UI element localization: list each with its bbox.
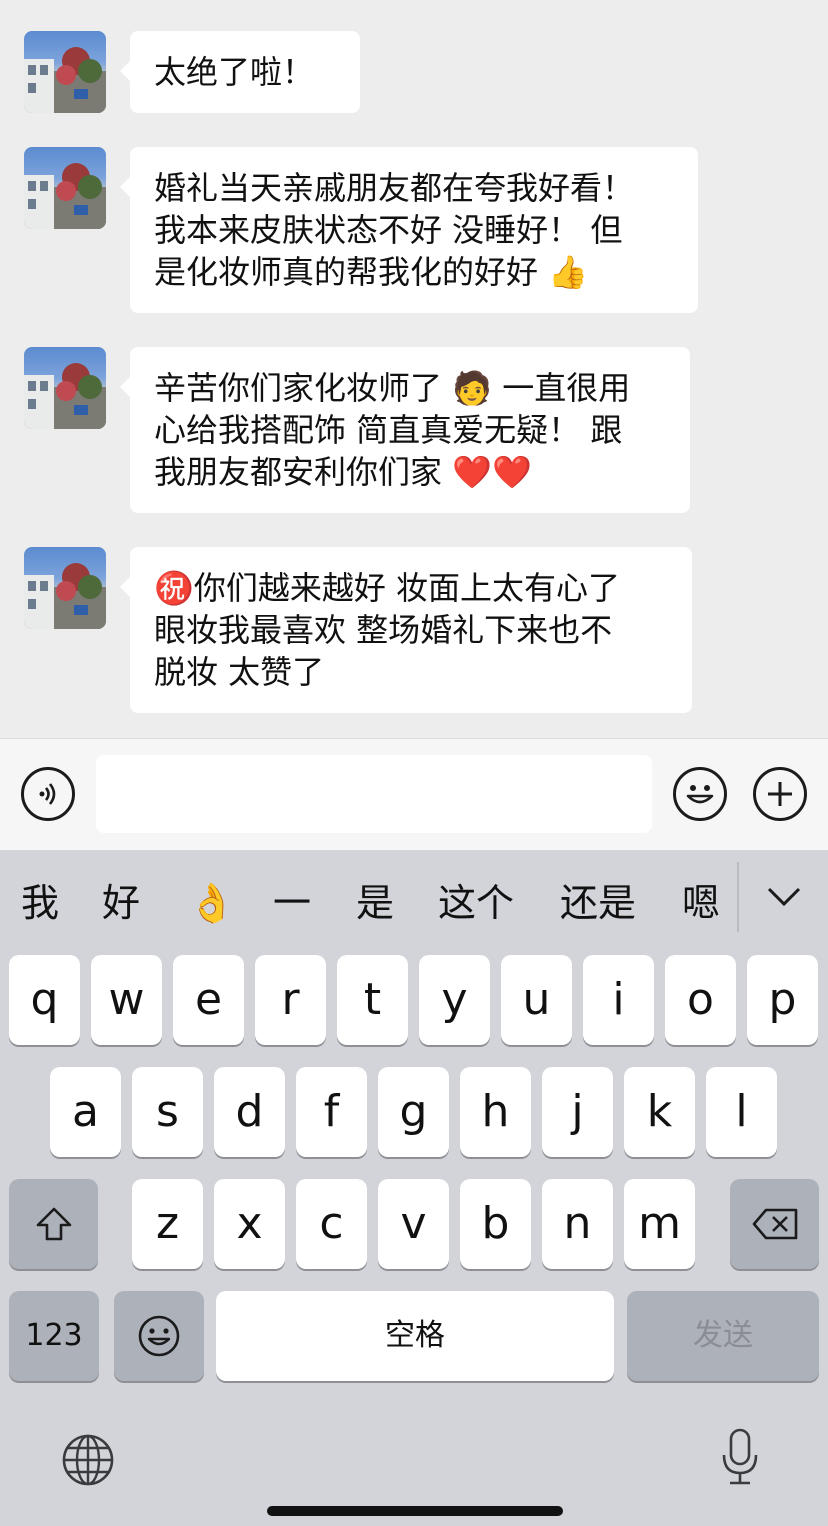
send-button[interactable]: 发送 xyxy=(627,1291,819,1381)
avatar[interactable] xyxy=(24,547,106,629)
message-bubble[interactable]: 辛苦你们家化妆师了 🧑 一直很用 心给我搭配饰 简直真爱无疑！ 跟 我朋友都安利… xyxy=(120,347,690,513)
message-input[interactable] xyxy=(96,755,652,833)
key-i[interactable]: i xyxy=(583,955,654,1045)
keyboard: 我 好 👌 一 是 这个 还是 嗯 q w e r t y u i o p a … xyxy=(0,850,828,1526)
key-w[interactable]: w xyxy=(91,955,162,1045)
candidate-word[interactable]: 是 xyxy=(356,878,394,928)
key-e[interactable]: e xyxy=(173,955,244,1045)
globe-icon[interactable] xyxy=(58,1430,118,1490)
candidate-word[interactable]: 一 xyxy=(273,878,311,928)
space-key[interactable]: 空格 xyxy=(216,1291,614,1381)
message-bubble[interactable]: 太绝了啦！ xyxy=(120,31,360,113)
emoji-icon[interactable] xyxy=(114,1291,204,1381)
candidate-word[interactable]: 我 xyxy=(21,878,59,928)
message-line: 辛苦你们家化妆师了 🧑 一直很用 xyxy=(154,369,631,407)
candidate-word[interactable]: 还是 xyxy=(560,878,636,928)
key-f[interactable]: f xyxy=(296,1067,367,1157)
plus-icon[interactable] xyxy=(753,767,807,821)
key-j[interactable]: j xyxy=(542,1067,613,1157)
home-indicator[interactable] xyxy=(267,1506,563,1516)
key-v[interactable]: v xyxy=(378,1179,449,1269)
key-r[interactable]: r xyxy=(255,955,326,1045)
key-d[interactable]: d xyxy=(214,1067,285,1157)
avatar[interactable] xyxy=(24,347,106,429)
voice-icon[interactable] xyxy=(21,767,75,821)
message-line: 心给我搭配饰 简直真爱无疑！ 跟 xyxy=(154,411,623,449)
key-c[interactable]: c xyxy=(296,1179,367,1269)
key-z[interactable]: z xyxy=(132,1179,203,1269)
key-a[interactable]: a xyxy=(50,1067,121,1157)
key-q[interactable]: q xyxy=(9,955,80,1045)
chevron-down-icon[interactable] xyxy=(752,872,816,922)
key-p[interactable]: p xyxy=(747,955,818,1045)
key-b[interactable]: b xyxy=(460,1179,531,1269)
key-u[interactable]: u xyxy=(501,955,572,1045)
key-g[interactable]: g xyxy=(378,1067,449,1157)
candidate-word[interactable]: 这个 xyxy=(438,878,514,928)
message-line: ㊗️你们越来越好 妆面上太有心了 xyxy=(154,569,621,607)
chat-screen: 太绝了啦！ 婚礼当天亲戚朋友都在夸我好看！ 我本来皮肤状态不好 没睡好！ 但 是… xyxy=(0,0,828,1526)
key-s[interactable]: s xyxy=(132,1067,203,1157)
message-line: 眼妆我最喜欢 整场婚礼下来也不 xyxy=(154,611,613,649)
avatar[interactable] xyxy=(24,31,106,113)
candidate-bar: 我 好 👌 一 是 这个 还是 嗯 xyxy=(0,850,828,950)
message-bubble[interactable]: 婚礼当天亲戚朋友都在夸我好看！ 我本来皮肤状态不好 没睡好！ 但 是化妆师真的帮… xyxy=(120,147,698,313)
key-m[interactable]: m xyxy=(624,1179,695,1269)
message-line: 我朋友都安利你们家 ❤️❤️ xyxy=(154,453,532,491)
message-line: 婚礼当天亲戚朋友都在夸我好看！ xyxy=(154,169,635,207)
key-n[interactable]: n xyxy=(542,1179,613,1269)
candidate-word[interactable]: 👌 xyxy=(188,878,235,928)
shift-icon[interactable] xyxy=(9,1179,98,1269)
message-bubble[interactable]: ㊗️你们越来越好 妆面上太有心了 眼妆我最喜欢 整场婚礼下来也不 脱妆 太赞了 xyxy=(120,547,692,713)
key-h[interactable]: h xyxy=(460,1067,531,1157)
numbers-key[interactable]: 123 xyxy=(9,1291,99,1381)
emoji-icon[interactable] xyxy=(673,767,727,821)
microphone-icon[interactable] xyxy=(712,1424,768,1490)
candidate-word[interactable]: 嗯 xyxy=(682,878,720,928)
key-o[interactable]: o xyxy=(665,955,736,1045)
key-y[interactable]: y xyxy=(419,955,490,1045)
key-l[interactable]: l xyxy=(706,1067,777,1157)
candidate-word[interactable]: 好 xyxy=(102,878,140,928)
message-line: 我本来皮肤状态不好 没睡好！ 但 xyxy=(154,211,623,249)
backspace-icon[interactable] xyxy=(730,1179,819,1269)
key-x[interactable]: x xyxy=(214,1179,285,1269)
message-input-bar xyxy=(0,738,828,850)
key-k[interactable]: k xyxy=(624,1067,695,1157)
chat-message-list[interactable]: 太绝了啦！ 婚礼当天亲戚朋友都在夸我好看！ 我本来皮肤状态不好 没睡好！ 但 是… xyxy=(0,0,828,738)
key-t[interactable]: t xyxy=(337,955,408,1045)
divider xyxy=(737,862,739,932)
message-line: 是化妆师真的帮我化的好好 👍 xyxy=(154,253,589,291)
avatar[interactable] xyxy=(24,147,106,229)
message-line: 脱妆 太赞了 xyxy=(154,653,325,691)
message-line: 太绝了啦！ xyxy=(154,53,315,91)
